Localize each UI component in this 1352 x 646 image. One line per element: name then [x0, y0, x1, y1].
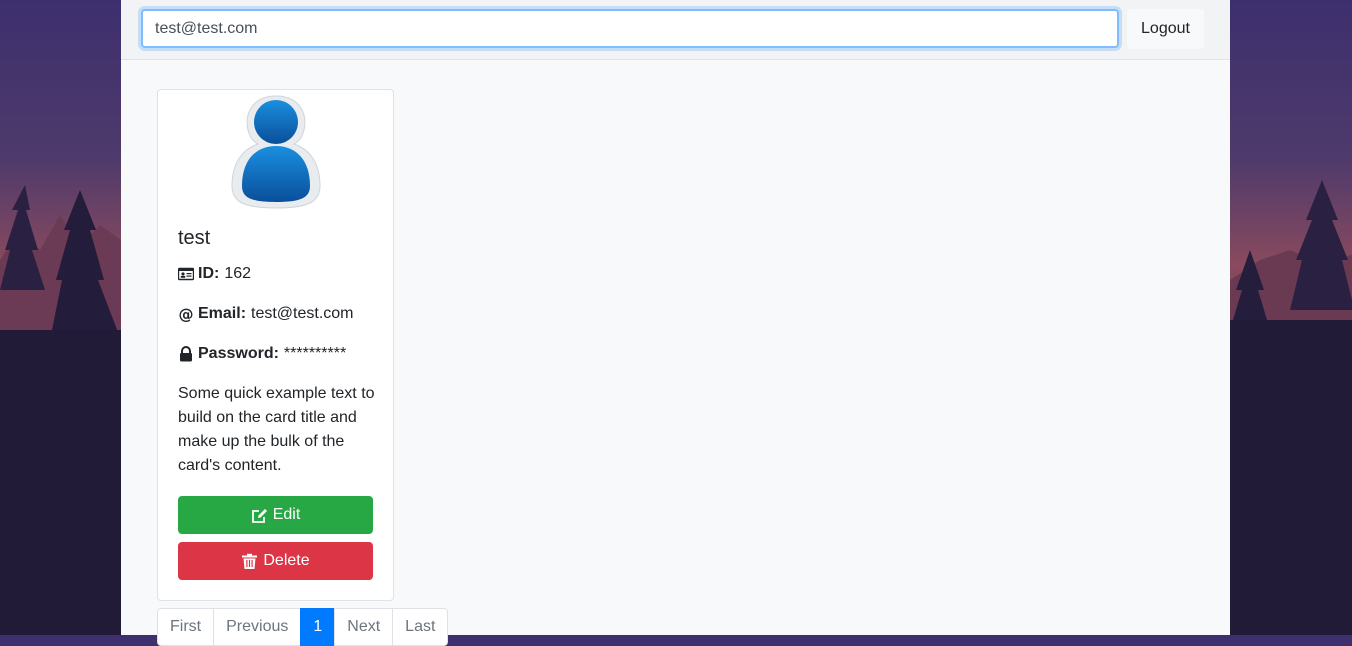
page-first[interactable]: First: [157, 608, 215, 646]
background-forest-left: [0, 0, 121, 635]
password-field: Password: **********: [178, 345, 346, 363]
delete-button[interactable]: Delete: [178, 542, 373, 580]
logout-button[interactable]: Logout: [1127, 9, 1204, 49]
card-title: test: [178, 227, 211, 249]
pagination: First Previous 1 Next Last: [157, 608, 449, 646]
email-label: Email:: [198, 305, 247, 322]
id-card-icon: [178, 267, 194, 281]
page-last[interactable]: Last: [392, 608, 449, 646]
navbar: Logout: [121, 0, 1230, 60]
email-value: test@test.com: [251, 305, 354, 322]
id-field: ID: 162: [178, 265, 251, 283]
user-avatar-icon: [231, 95, 321, 209]
page-next[interactable]: Next: [334, 608, 394, 646]
lock-icon: [180, 346, 192, 362]
card-text: Some quick example text to build on the …: [178, 385, 375, 474]
background-forest-right: [1230, 0, 1352, 635]
trash-icon: [242, 553, 258, 569]
search-input[interactable]: [141, 9, 1119, 48]
id-value: 162: [224, 265, 252, 282]
delete-label: Delete: [263, 552, 310, 569]
at-icon: @: [179, 306, 194, 322]
main-container: Logout test ID: 1: [121, 0, 1230, 646]
edit-button[interactable]: Edit: [178, 496, 373, 534]
page-current[interactable]: 1: [300, 608, 336, 646]
email-field: @ Email: test@test.com: [178, 305, 354, 323]
user-card: test ID: 162 @ Email: test@test.com Pass…: [157, 89, 394, 601]
svg-text:@: @: [179, 306, 194, 322]
password-value: **********: [283, 345, 347, 362]
password-label: Password:: [198, 345, 279, 362]
page-previous[interactable]: Previous: [213, 608, 302, 646]
id-label: ID:: [198, 265, 220, 282]
edit-label: Edit: [272, 506, 301, 523]
edit-icon: [251, 508, 267, 523]
